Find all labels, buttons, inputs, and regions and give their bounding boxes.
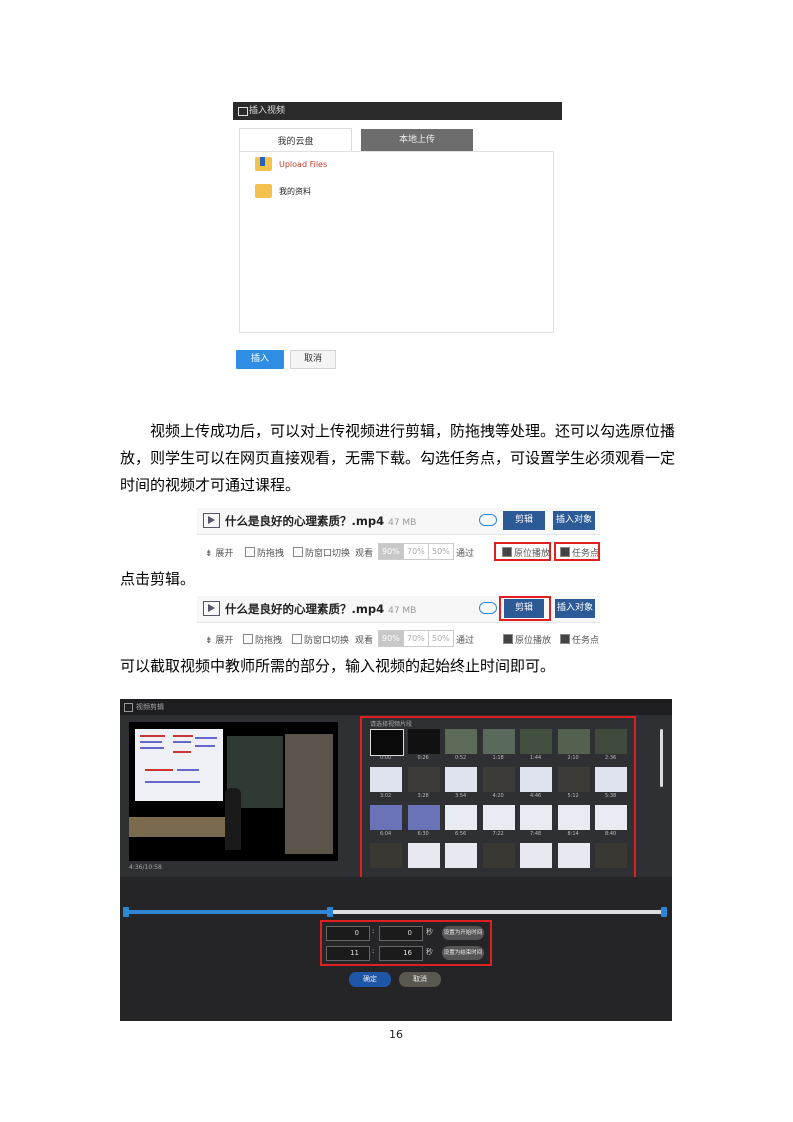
timeline-start-handle[interactable] [123,907,129,917]
video-options-row: ⇟ 展开 防拖拽 防窗口切换 观看 90% 70% 50% 通过 原位播放 任务… [197,541,600,562]
editor-icon [124,703,133,712]
paragraph-click-edit: 点击剪辑。 [120,570,196,588]
pct-50-option-2[interactable]: 50% [428,630,454,647]
video-icon-2 [203,601,220,616]
desk [129,817,229,837]
start-colon: : [372,927,375,935]
timeline-end-handle[interactable] [661,907,667,917]
file-panel [239,151,554,333]
highlight-edit [499,596,551,621]
end-minute-input[interactable]: 11 [326,946,370,961]
set-end-button[interactable]: 设置为结束时间 [442,946,484,960]
start-second-input[interactable]: 0 [379,926,423,941]
wall [285,734,333,854]
watch-label: 观看 [355,549,374,559]
edit-button[interactable]: 剪辑 [503,511,545,530]
dialog-title-bar: 插入视频 [233,102,562,120]
video-title: 什么是良好的心理素质？.mp4 [225,514,385,528]
expand-toggle[interactable]: ⇟ 展开 [205,546,233,559]
cancel-button[interactable]: 取消 [290,350,336,369]
insert-button[interactable]: 插入 [236,350,284,369]
timeline-track[interactable] [126,910,666,914]
thumb-scrollbar[interactable] [660,729,663,787]
upload-files-label: Upload Files [279,160,328,169]
insert-object-button[interactable]: 插入对象 [553,511,595,530]
end-colon: : [372,947,375,955]
insert-object-button-2[interactable]: 插入对象 [555,599,595,618]
my-files-label: 我的资料 [279,187,311,196]
end-second-input[interactable]: 16 [379,946,423,961]
anti-switch-checkbox[interactable]: 防窗口切换 [293,546,350,559]
cloud-icon[interactable] [479,514,497,526]
page-number: 16 [389,1028,403,1041]
video-row-2: 什么是良好的心理素质？.mp4 47 MB 剪辑 插入对象 [197,596,600,623]
set-start-button[interactable]: 设置为开始时间 [442,926,484,940]
anti-switch-checkbox-2[interactable]: 防窗口切换 [292,633,349,646]
tab-local-upload[interactable]: 本地上传 [361,129,473,151]
pct-90-option[interactable]: 90% [378,543,404,560]
pct-90-option-2[interactable]: 90% [378,630,404,647]
watch-label-2: 观看 [355,636,374,646]
pass-label: 通过 [456,549,475,559]
video-icon [203,513,220,528]
pct-70-option-2[interactable]: 70% [403,630,429,647]
inplace-checkbox-2[interactable]: 原位播放 [503,633,551,646]
folder-icon [255,184,272,198]
video-editor: 视频剪辑 4:36/10:58 请选择视频片段 0:00 0:26 0:52 1:18… [120,699,672,1021]
video-preview[interactable] [129,722,338,861]
video-options-row-2: ⇟ 展开 防拖拽 防窗口切换 观看 90% 70% 50% 通过 原位播放 任务… [197,628,600,649]
start-sec-unit: 秒 [426,928,433,936]
pct-50-option[interactable]: 50% [428,543,454,560]
time-display: 4:36/10:58 [129,864,162,871]
paragraph-clip: 可以截取视频中教师所需的部分，输入视频的起始终止时间即可。 [120,657,556,675]
anti-drag-checkbox-2[interactable]: 防拖拽 [243,633,282,646]
confirm-button[interactable]: 确定 [349,972,391,987]
editor-title-bar: 视频剪辑 [120,699,672,715]
cloud-icon-2[interactable] [479,602,497,614]
pct-70-option[interactable]: 70% [403,543,429,560]
editor-cancel-button[interactable]: 取消 [399,972,441,987]
highlight-task [554,542,600,561]
video-title-2: 什么是良好的心理素质？.mp4 [225,602,385,616]
video-row: 什么是良好的心理素质？.mp4 47 MB 剪辑 插入对象 [197,508,600,535]
pass-label-2: 通过 [456,636,475,646]
upload-folder-icon [255,157,272,171]
window-icon [238,107,248,116]
teacher [225,788,241,850]
video-size: 47 MB [388,518,417,528]
video-size-2: 47 MB [388,606,417,616]
editor-title: 视频剪辑 [136,703,164,711]
timeline-playhead[interactable] [327,907,333,917]
task-checkbox-2[interactable]: 任务点 [560,633,599,646]
slide-screen [135,729,223,801]
highlight-thumbnails [360,716,636,883]
timeline-selection [126,910,331,914]
paragraph-intro: 视频上传成功后，可以对上传视频进行剪辑，防拖拽等处理。还可以勾选原位播放，则学生… [120,422,676,494]
expand-toggle-2[interactable]: ⇟ 展开 [205,633,233,646]
end-sec-unit: 秒 [426,948,433,956]
anti-drag-checkbox[interactable]: 防拖拽 [245,546,284,559]
tab-my-cloud[interactable]: 我的云盘 [239,128,352,152]
start-minute-input[interactable]: 0 [326,926,370,941]
dialog-title: 插入视频 [249,106,286,116]
highlight-inplace [494,542,551,561]
